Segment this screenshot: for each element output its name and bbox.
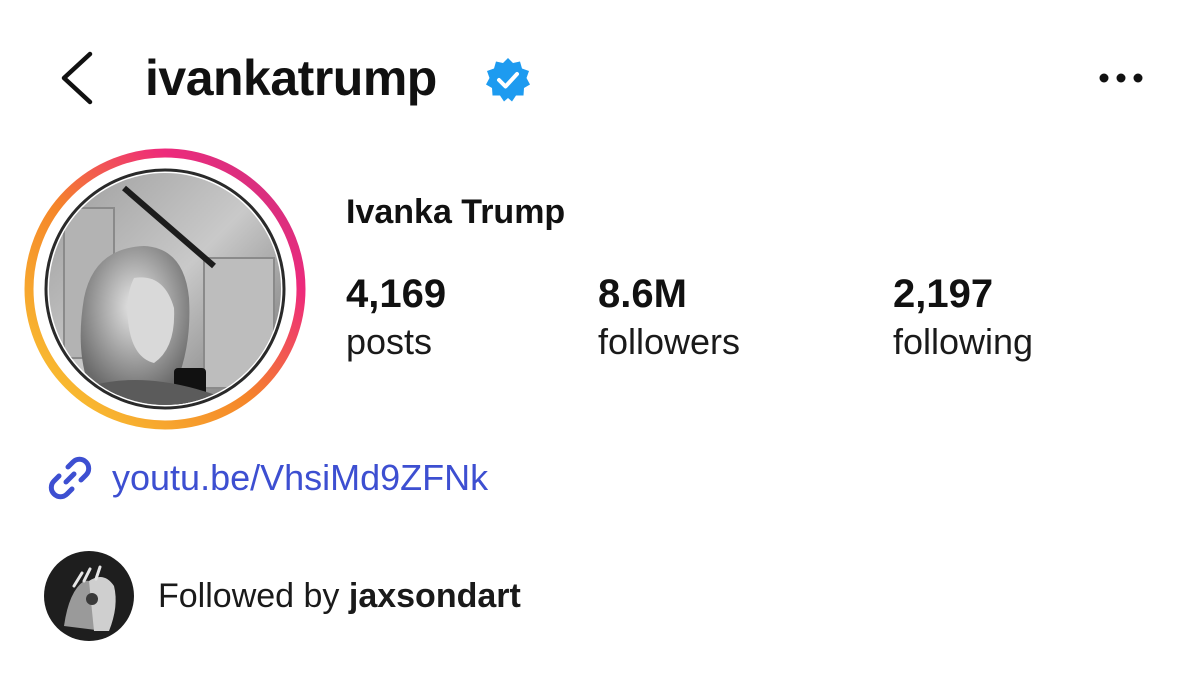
followed-by-text: Followed by jaxsondart — [158, 574, 521, 618]
profile-avatar[interactable] — [24, 148, 306, 430]
followers-label: followers — [598, 321, 741, 362]
story-ring — [24, 148, 306, 430]
follower-avatar-image — [44, 551, 134, 641]
verified-badge-icon — [486, 58, 530, 102]
profile-username: ivankatrump — [145, 50, 437, 106]
back-button[interactable] — [52, 48, 100, 108]
followed-by-row[interactable]: Followed by jaxsondart — [44, 550, 521, 642]
stat-following[interactable]: 2,197 following — [893, 270, 1033, 366]
follower-avatar[interactable] — [44, 551, 134, 641]
stat-posts[interactable]: 4,169 posts — [346, 270, 446, 366]
bio-link-text: youtu.be/VhsiMd9ZFNk — [112, 457, 489, 498]
more-options-button[interactable] — [1096, 60, 1148, 96]
profile-page: ivankatrump Ivanka Trump 4,169 posts 8.6… — [0, 0, 1200, 678]
followers-count: 8.6M — [598, 272, 687, 316]
posts-count: 4,169 — [346, 272, 447, 316]
chevron-left-icon — [61, 51, 93, 105]
bio-link[interactable]: youtu.be/VhsiMd9ZFNk — [44, 450, 488, 506]
link-icon — [48, 456, 92, 500]
stat-followers[interactable]: 8.6M followers — [598, 270, 740, 366]
posts-label: posts — [346, 321, 433, 362]
following-count: 2,197 — [893, 272, 994, 316]
followed-by-username[interactable]: jaxsondart — [349, 577, 521, 615]
followed-by-prefix: Followed by — [158, 577, 349, 615]
more-horizontal-icon — [1099, 73, 1143, 83]
following-label: following — [893, 321, 1034, 362]
profile-display-name: Ivanka Trump — [346, 193, 566, 231]
